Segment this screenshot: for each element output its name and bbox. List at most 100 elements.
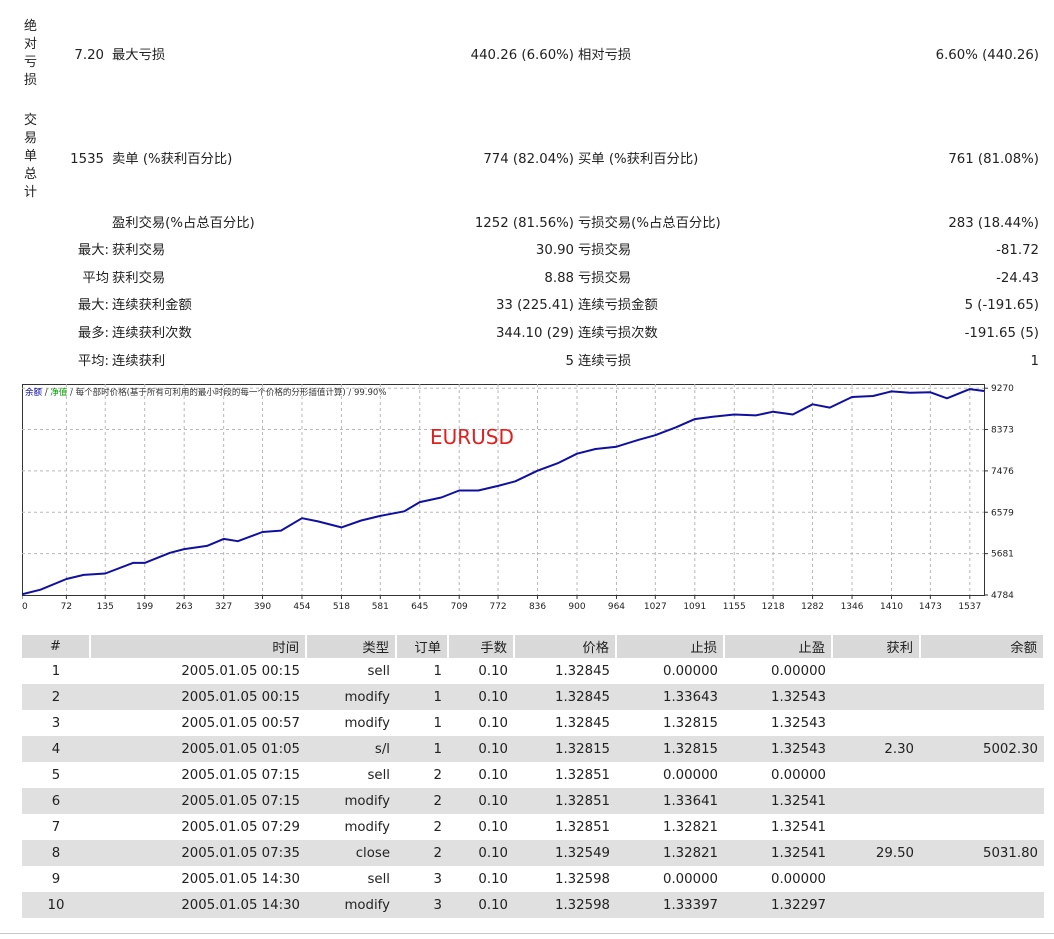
absolute-drawdown-value: 7.20 — [74, 48, 104, 63]
cell-profit — [832, 814, 920, 840]
col-header-lots[interactable]: 手数 — [448, 635, 515, 658]
x-tick-label: 135 — [97, 602, 114, 612]
cell-take-profit: 0.00000 — [771, 767, 826, 783]
cell-balance — [920, 658, 1044, 684]
cell-stop-loss: 0.00000 — [663, 663, 718, 679]
table-row[interactable]: 4 2005.01.05 01:05 s/l 1 0.10 1.32815 1.32815 1… — [22, 736, 1044, 762]
col-header-type[interactable]: 类型 — [306, 635, 397, 658]
col-header-index[interactable]: # — [22, 635, 91, 658]
relative-drawdown-value: 6.60% (440.26) — [935, 48, 1039, 63]
cell-profit — [832, 710, 920, 736]
largest-loss-label: 亏损交易 — [578, 243, 632, 258]
legend-separator-2: / — [67, 388, 75, 398]
average-consecutive-profit-value: 5 — [565, 354, 574, 369]
cell-price: 1.32549 — [514, 840, 616, 866]
cell-time: 2005.01.05 14:30 — [90, 892, 306, 918]
cell-index: 7 — [51, 819, 61, 835]
cell-order: 1 — [433, 715, 442, 731]
cell-stop-loss: 1.32815 — [616, 736, 724, 762]
col-header-take-profit[interactable]: 止盈 — [724, 635, 833, 658]
cell-type: close — [306, 840, 396, 866]
x-tick-label: 1091 — [683, 602, 706, 612]
cell-time: 2005.01.05 14:30 — [181, 871, 300, 887]
table-header-row: # 时间 类型 订单 手数 价格 止损 止盈 获利 余额 — [22, 635, 1045, 658]
col-header-stop-loss[interactable]: 止损 — [616, 635, 725, 658]
cell-order: 3 — [396, 892, 448, 918]
cell-balance: 5002.30 — [920, 736, 1044, 762]
balance-chart: 余额 / 净值 / 每个部时价格(基于所有可利用的最小时段的每一个价格的分形插值… — [22, 384, 1014, 612]
cell-time: 2005.01.05 00:15 — [90, 684, 306, 710]
cell-order: 3 — [433, 871, 442, 887]
cell-balance: 5031.80 — [920, 840, 1044, 866]
x-tick-label: 1027 — [644, 602, 667, 612]
cell-stop-loss: 1.33397 — [616, 892, 724, 918]
table-row[interactable]: 1 2005.01.05 00:15 sell 1 0.10 1.32845 0.00000… — [22, 658, 1044, 684]
y-axis-ticks: 4784 5681 6579 7476 8373 9270 — [984, 384, 1014, 601]
col-header-balance[interactable]: 余额 — [920, 635, 1045, 658]
col-header-order[interactable]: 订单 — [396, 635, 449, 658]
legend-note: 每个部时价格(基于所有可利用的最小时段的每一个价格的分形插值计算) / 99.9… — [76, 387, 387, 398]
cell-balance — [920, 866, 1044, 892]
y-tick-label: 4784 — [991, 591, 1014, 601]
cell-type: sell — [367, 663, 391, 679]
cell-balance — [920, 710, 1044, 736]
cell-balance — [920, 684, 1044, 710]
average-loss-value: -24.43 — [996, 271, 1039, 286]
cell-stop-loss: 1.33643 — [616, 684, 724, 710]
largest-loss-value: -81.72 — [996, 243, 1039, 258]
cell-order: 2 — [396, 788, 448, 814]
cell-price: 1.32851 — [555, 819, 610, 835]
table-row[interactable]: 3 2005.01.05 00:57 modify 1 0.10 1.32845 1.328… — [22, 710, 1044, 736]
max-drawdown-label: 最大亏损 — [112, 48, 166, 63]
y-tick-label: 8373 — [991, 426, 1014, 436]
largest-profit-value: 30.90 — [535, 243, 574, 258]
x-tick-label: 390 — [254, 602, 271, 612]
cell-type: s/l — [306, 736, 396, 762]
cell-stop-loss: 1.32821 — [663, 819, 718, 835]
cell-lots: 0.10 — [448, 788, 514, 814]
x-tick-label: 581 — [372, 602, 389, 612]
total-trades-label: 交易单总计 — [24, 113, 38, 200]
max-consecutive-loss-value: 5 (-191.65) — [964, 298, 1039, 313]
y-tick-label: 5681 — [991, 550, 1014, 560]
col-header-time[interactable]: 时间 — [90, 635, 307, 658]
x-tick-label: 645 — [411, 602, 428, 612]
cell-take-profit: 1.32543 — [724, 736, 832, 762]
table-row[interactable]: 2 2005.01.05 00:15 modify 1 0.10 1.32845 1.336… — [22, 684, 1044, 710]
cell-balance — [920, 788, 1044, 814]
cell-stop-loss: 1.32815 — [663, 715, 718, 731]
cell-type: sell — [367, 767, 391, 783]
table-row[interactable]: 8 2005.01.05 07:35 close 2 0.10 1.32549 1.3282… — [22, 840, 1044, 866]
cell-time: 2005.01.05 07:29 — [181, 819, 300, 835]
table-row[interactable]: 7 2005.01.05 07:29 modify 2 0.10 1.32851 1.328… — [22, 814, 1044, 840]
cell-profit — [832, 684, 920, 710]
table-row[interactable]: 5 2005.01.05 07:15 sell 2 0.10 1.32851 0.00000… — [22, 762, 1044, 788]
x-tick-label: 964 — [608, 602, 625, 612]
deals-table: # 时间 类型 订单 手数 价格 止损 止盈 获利 余额 1 2005.01.05… — [22, 635, 1045, 918]
table-row[interactable]: 9 2005.01.05 14:30 sell 3 0.10 1.32598 0.00000… — [22, 866, 1044, 892]
cell-price: 1.32851 — [514, 788, 616, 814]
cell-lots: 0.10 — [448, 684, 514, 710]
cell-order: 1 — [433, 663, 442, 679]
max-consecutive-loss-label: 连续亏损金额 — [578, 298, 658, 313]
cell-profit — [832, 762, 920, 788]
table-row[interactable]: 6 2005.01.05 07:15 modify 2 0.10 1.32851 1.336… — [22, 788, 1044, 814]
relative-drawdown-label: 相对亏损 — [578, 48, 632, 63]
cell-take-profit: 1.32543 — [724, 684, 832, 710]
cell-index: 1 — [51, 663, 61, 679]
max-consecutive-profit-label: 连续获利金额 — [112, 298, 192, 313]
loss-trades-value: 283 (18.44%) — [948, 216, 1039, 231]
col-header-profit[interactable]: 获利 — [832, 635, 921, 658]
cell-profit — [832, 658, 920, 684]
table-row[interactable]: 10 2005.01.05 14:30 modify 3 0.10 1.32598 1.33… — [22, 892, 1044, 918]
cell-order: 2 — [396, 840, 448, 866]
x-axis-ticks: 0 72 135 199 263 327 390 454 518 581 645 709 772 836 9… — [22, 595, 981, 612]
cell-balance — [920, 762, 1044, 788]
col-header-price[interactable]: 价格 — [514, 635, 617, 658]
x-tick-label: 454 — [293, 602, 310, 612]
x-tick-label: 1410 — [880, 602, 903, 612]
cell-price: 1.32598 — [514, 892, 616, 918]
cell-lots: 0.10 — [448, 840, 514, 866]
cell-profit — [832, 866, 920, 892]
cell-time: 2005.01.05 00:57 — [181, 715, 300, 731]
